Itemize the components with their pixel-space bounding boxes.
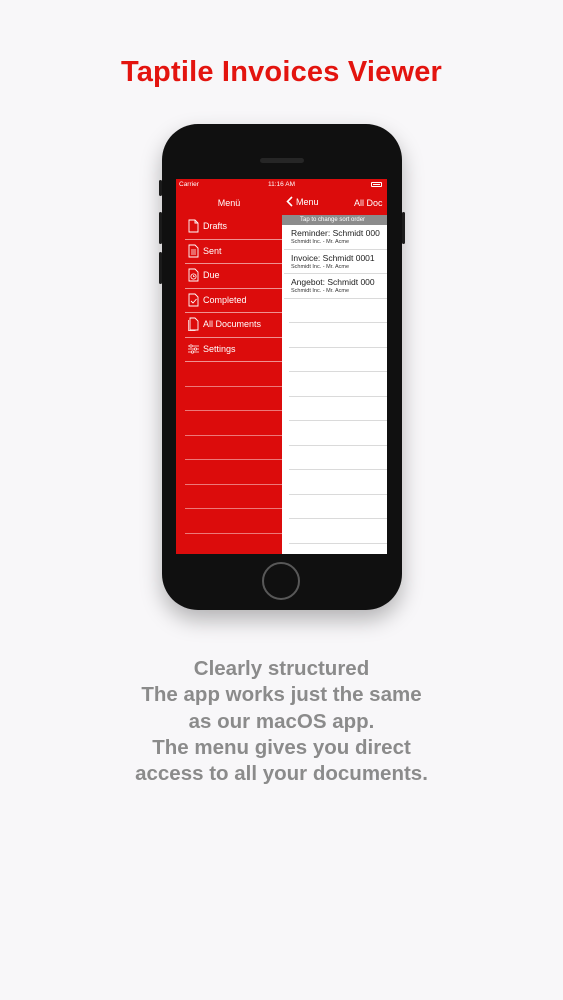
phone-volume-up [159, 212, 162, 244]
document-title: Reminder: Schmidt 000 [291, 228, 380, 238]
caption-line: Clearly structured [193, 657, 370, 680]
page-headline: Taptile Invoices Viewer [120, 56, 443, 88]
document-subtitle: Schmidt Inc. - Mr. Acme [291, 239, 350, 245]
document-empty-row [289, 421, 387, 446]
menu-empty-row [185, 436, 282, 460]
back-button-label: Menu [296, 196, 319, 207]
menu-item-all-documents[interactable]: All Documents [185, 313, 282, 338]
phone-volume-down [159, 252, 162, 284]
feature-caption: Clearly structured The app works just th… [0, 656, 563, 787]
document-subtitle: Schmidt Inc. - Mr. Acme [291, 288, 350, 294]
document-empty-row [289, 446, 387, 470]
menu-empty-row [185, 460, 282, 485]
caption-line: access to all your documents. [135, 762, 428, 786]
menu-title: Menü [217, 198, 241, 208]
documents-nav-bar: Menu All Doc [282, 191, 387, 215]
documents-icon [188, 317, 199, 331]
menu-item-label: Completed [203, 294, 247, 305]
status-bar: Carrier 11:16 AM [176, 179, 387, 191]
document-empty-row [289, 348, 387, 372]
menu-item-settings[interactable]: Settings [185, 338, 282, 362]
menu-item-label: Due [203, 270, 220, 280]
documents-title: All Doc [354, 198, 383, 208]
sliders-icon [188, 343, 199, 354]
battery-icon [371, 182, 382, 187]
sent-document-icon [188, 244, 199, 257]
document-row[interactable]: Invoice: Schmidt 0001 Schmidt Inc. - Mr.… [284, 250, 387, 274]
menu-empty-row [185, 485, 282, 509]
menu-item-due[interactable]: Due [185, 264, 282, 289]
document-subtitle: Schmidt Inc. - Mr. Acme [291, 263, 350, 270]
menu-empty-row [185, 362, 282, 387]
caption-line: The app works just the same [141, 683, 422, 707]
sort-order-bar[interactable]: Tap to change sort order [282, 215, 387, 225]
phone-screen: Carrier 11:16 AM Menü Drafts Sent Due Co… [176, 179, 387, 554]
phone-speaker [260, 158, 304, 163]
menu-item-label: All Documents [203, 319, 262, 329]
document-icon [188, 219, 199, 233]
home-button[interactable] [262, 562, 300, 600]
document-empty-row [289, 397, 387, 421]
document-empty-row [289, 470, 387, 495]
documents-list: Reminder: Schmidt 000 Schmidt Inc. - Mr.… [282, 225, 387, 544]
phone-mockup: Carrier 11:16 AM Menü Drafts Sent Due Co… [159, 124, 405, 610]
status-time: 11:16 AM [268, 181, 295, 188]
phone-power-button [402, 212, 405, 244]
menu-empty-row [185, 509, 282, 534]
menu-item-drafts[interactable]: Drafts [185, 215, 282, 240]
document-title: Invoice: Schmidt 0001 [291, 252, 375, 263]
document-empty-row [289, 519, 387, 544]
menu-item-completed[interactable]: Completed [185, 289, 282, 313]
side-menu: Menü Drafts Sent Due Completed All Docum… [176, 191, 282, 554]
document-empty-row [289, 299, 387, 323]
caption-line: as our macOS app. [188, 709, 375, 733]
document-row[interactable]: Angebot: Schmidt 000 Schmidt Inc. - Mr. … [284, 274, 387, 299]
menu-item-sent[interactable]: Sent [185, 240, 282, 264]
menu-list: Drafts Sent Due Completed All Documents [176, 215, 282, 534]
document-row[interactable]: Reminder: Schmidt 000 Schmidt Inc. - Mr.… [284, 225, 387, 250]
document-title: Angebot: Schmidt 000 [291, 277, 375, 287]
chevron-left-icon [286, 196, 293, 207]
menu-item-label: Drafts [203, 221, 228, 231]
phone-mute-switch [159, 180, 162, 196]
clock-document-icon [188, 268, 199, 282]
menu-item-label: Sent [203, 245, 222, 256]
menu-item-label: Settings [203, 343, 236, 354]
document-empty-row [289, 495, 387, 519]
document-empty-row [289, 372, 387, 397]
back-to-menu-button[interactable]: Menu [286, 196, 319, 207]
documents-panel: Menu All Doc Tap to change sort order Re… [282, 191, 387, 554]
caption-line: The menu gives you direct [152, 735, 411, 759]
document-empty-row [289, 323, 387, 348]
menu-empty-row [185, 387, 282, 411]
menu-empty-row [185, 411, 282, 436]
check-document-icon [188, 293, 199, 306]
